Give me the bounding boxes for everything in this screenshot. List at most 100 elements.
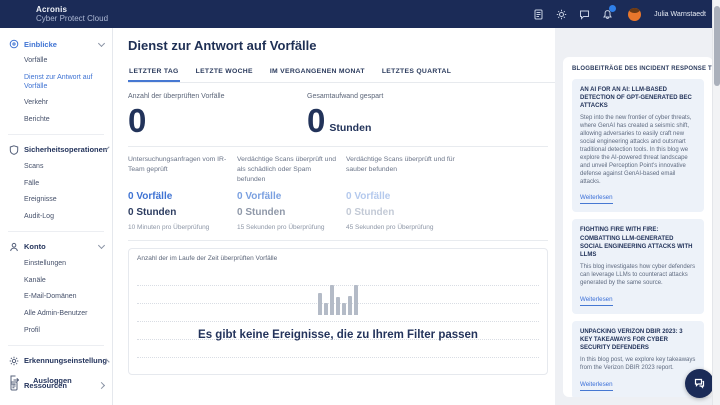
stat-label: Anzahl der überprüften Vorfälle <box>128 93 307 100</box>
sidebar-item-berichte[interactable]: Berichte <box>0 112 112 129</box>
sidebar: Einblicke Vorfälle Dienst zur Antwort au… <box>0 28 113 405</box>
chevron-down-icon <box>98 39 105 46</box>
sidebar-section-konto[interactable]: Konto <box>0 237 112 256</box>
sidebar-item-verkehr[interactable]: Verkehr <box>0 95 112 112</box>
report-icon[interactable] <box>532 8 544 20</box>
sidebar-item-email-domaenen[interactable]: E-Mail-Domänen <box>0 289 112 306</box>
blog-panel-header: BLOGBEITRÄGE DES INCIDENT RESPONSE TEAMS <box>572 66 704 72</box>
user-avatar[interactable] <box>628 8 641 21</box>
sidebar-item-einstellungen[interactable]: Einstellungen <box>0 256 112 273</box>
logout-icon <box>9 375 19 385</box>
acronis-logo: Acronis Cyber Protect Cloud <box>36 5 108 23</box>
sidebar-item-faelle[interactable]: Fälle <box>0 176 112 193</box>
sidebar-item-profil[interactable]: Profil <box>0 323 112 340</box>
tab-letztes-quartal[interactable]: LETZTES QUARTAL <box>381 64 452 82</box>
divider <box>128 240 548 241</box>
metric-clean-scans: Verdächtige Scans überprüft und für saub… <box>346 155 458 231</box>
time-range-tabs: LETZTER TAG LETZTE WOCHE IM VERGANGENEN … <box>128 64 555 83</box>
chat-bubble-icon[interactable] <box>578 8 590 20</box>
metric-malicious-scans: Verdächtige Scans überprüft und als schä… <box>237 155 337 231</box>
gridline <box>137 357 539 358</box>
sidebar-item-kanaele[interactable]: Kanäle <box>0 273 112 290</box>
bar-chart-placeholder-icon <box>318 282 358 315</box>
metric-hours: 0 Stunden <box>128 207 228 218</box>
stat-effort-saved: Gesamtaufwand gespart 0 Stunden <box>307 93 486 137</box>
metric-hours: 0 Stunden <box>346 207 458 218</box>
sidebar-item-alle-admin-benutzer[interactable]: Alle Admin-Benutzer <box>0 306 112 323</box>
shield-icon <box>9 145 19 155</box>
sidebar-section-label: Konto <box>24 242 46 251</box>
sidebar-divider <box>8 231 104 232</box>
brand-name: Acronis <box>36 5 108 14</box>
metric-ir-team: Untersuchungsanfragen vom IR-Team geprüf… <box>128 155 228 231</box>
chart-label: Anzahl der im Laufe der Zeit überprüften… <box>137 255 277 262</box>
metric-hours: 0 Stunden <box>237 207 337 218</box>
top-bar: Acronis Cyber Protect Cloud Julia Warnst… <box>0 0 720 28</box>
metric-heading: Untersuchungsanfragen vom IR-Team geprüf… <box>128 155 228 185</box>
sidebar-section-erkennungseinstellung[interactable]: Erkennungseinstellung <box>0 351 112 370</box>
incidents-over-time-chart: Anzahl der im Laufe der Zeit überprüften… <box>128 248 548 375</box>
sidebar-section-sicherheitsoperationen[interactable]: Sicherheitsoperationen <box>0 140 112 159</box>
metric-note: 15 Sekunden pro Überprüfung <box>237 224 337 231</box>
metric-heading: Verdächtige Scans überprüft und als schä… <box>237 155 337 185</box>
sidebar-item-dienst-zur-antwort[interactable]: Dienst zur Antwort auf Vorfälle <box>0 70 112 96</box>
tab-im-vergangenen-monat[interactable]: IM VERGANGENEN MONAT <box>269 64 366 82</box>
blog-panel: BLOGBEITRÄGE DES INCIDENT RESPONSE TEAMS… <box>563 57 713 397</box>
logout-label: Ausloggen <box>33 376 72 385</box>
read-more-link[interactable]: Weiterlesen <box>580 381 613 391</box>
blog-title: UNPACKING VERIZON DBIR 2023: 3 KEY TAKEA… <box>580 328 696 352</box>
sidebar-section-label: Sicherheitsoperationen <box>24 145 107 154</box>
app-window: Acronis Cyber Protect Cloud Julia Warnst… <box>0 0 720 405</box>
metric-incidents: 0 Vorfälle <box>237 191 337 202</box>
scrollbar-thumb[interactable] <box>714 6 720 86</box>
stat-reviewed-incidents: Anzahl der überprüften Vorfälle 0 <box>128 93 307 137</box>
stat-value: 0 <box>307 104 325 137</box>
brand-product: Cyber Protect Cloud <box>36 14 108 23</box>
stat-unit: Stunden <box>329 122 371 134</box>
notification-badge <box>609 5 616 12</box>
metric-heading: Verdächtige Scans überprüft und für saub… <box>346 155 458 185</box>
empty-state: Es gibt keine Ereignisse, die zu Ihrem F… <box>129 282 547 341</box>
sidebar-item-ereignisse[interactable]: Ereignisse <box>0 192 112 209</box>
notifications-bell-icon[interactable] <box>601 8 613 20</box>
user-name[interactable]: Julia Warnstaedt <box>654 11 706 18</box>
metric-incidents: 0 Vorfälle <box>346 191 458 202</box>
blog-card: FIGHTING FIRE WITH FIRE: COMBATTING LLM-… <box>572 219 704 313</box>
chevron-down-icon <box>106 147 110 151</box>
read-more-link[interactable]: Weiterlesen <box>580 194 613 204</box>
blog-body: This blog investigates how cyber defende… <box>580 264 696 288</box>
user-icon <box>9 242 19 252</box>
blog-title: AN AI FOR AN AI: LLM-BASED DETECTION OF … <box>580 86 696 110</box>
gear-icon <box>9 356 19 366</box>
blog-body: Step into the new frontier of cyber thre… <box>580 115 696 186</box>
summary-stats: Anzahl der überprüften Vorfälle 0 Gesamt… <box>113 93 555 137</box>
stat-value: 0 <box>128 104 146 137</box>
blog-body: In this blog post, we explore key takeaw… <box>580 357 696 373</box>
sidebar-item-vorfaelle[interactable]: Vorfälle <box>0 53 112 70</box>
sidebar-section-label: Einblicke <box>24 40 57 49</box>
metric-note: 45 Sekunden pro Überprüfung <box>346 224 458 231</box>
chevron-down-icon <box>98 242 105 249</box>
empty-message: Es gibt keine Ereignisse, die zu Ihrem F… <box>129 329 547 341</box>
metric-incidents: 0 Vorfälle <box>128 191 228 202</box>
sidebar-item-audit-log[interactable]: Audit-Log <box>0 209 112 226</box>
support-chat-button[interactable] <box>685 369 714 398</box>
blog-sidebar-area: BLOGBEITRÄGE DES INCIDENT RESPONSE TEAMS… <box>555 28 720 405</box>
stat-label: Gesamtaufwand gespart <box>307 93 486 100</box>
blog-card: AN AI FOR AN AI: LLM-BASED DETECTION OF … <box>572 79 704 212</box>
page-title: Dienst zur Antwort auf Vorfälle <box>113 38 555 53</box>
read-more-link[interactable]: Weiterlesen <box>580 296 613 306</box>
metric-columns: Untersuchungsanfragen vom IR-Team geprüf… <box>113 155 555 231</box>
chat-icon <box>693 377 706 390</box>
settings-gear-icon[interactable] <box>555 8 567 20</box>
sidebar-section-einblicke[interactable]: Einblicke <box>0 34 112 53</box>
divider <box>128 146 548 147</box>
vertical-scrollbar[interactable] <box>712 0 720 405</box>
logout-button[interactable]: Ausloggen <box>0 371 112 389</box>
sidebar-divider <box>8 134 104 135</box>
tab-letzte-woche[interactable]: LETZTE WOCHE <box>195 64 254 82</box>
sidebar-item-scans[interactable]: Scans <box>0 159 112 176</box>
tab-letzter-tag[interactable]: LETZTER TAG <box>128 64 180 82</box>
sidebar-section-label: Erkennungseinstellung <box>24 356 107 365</box>
insights-icon <box>9 39 19 49</box>
